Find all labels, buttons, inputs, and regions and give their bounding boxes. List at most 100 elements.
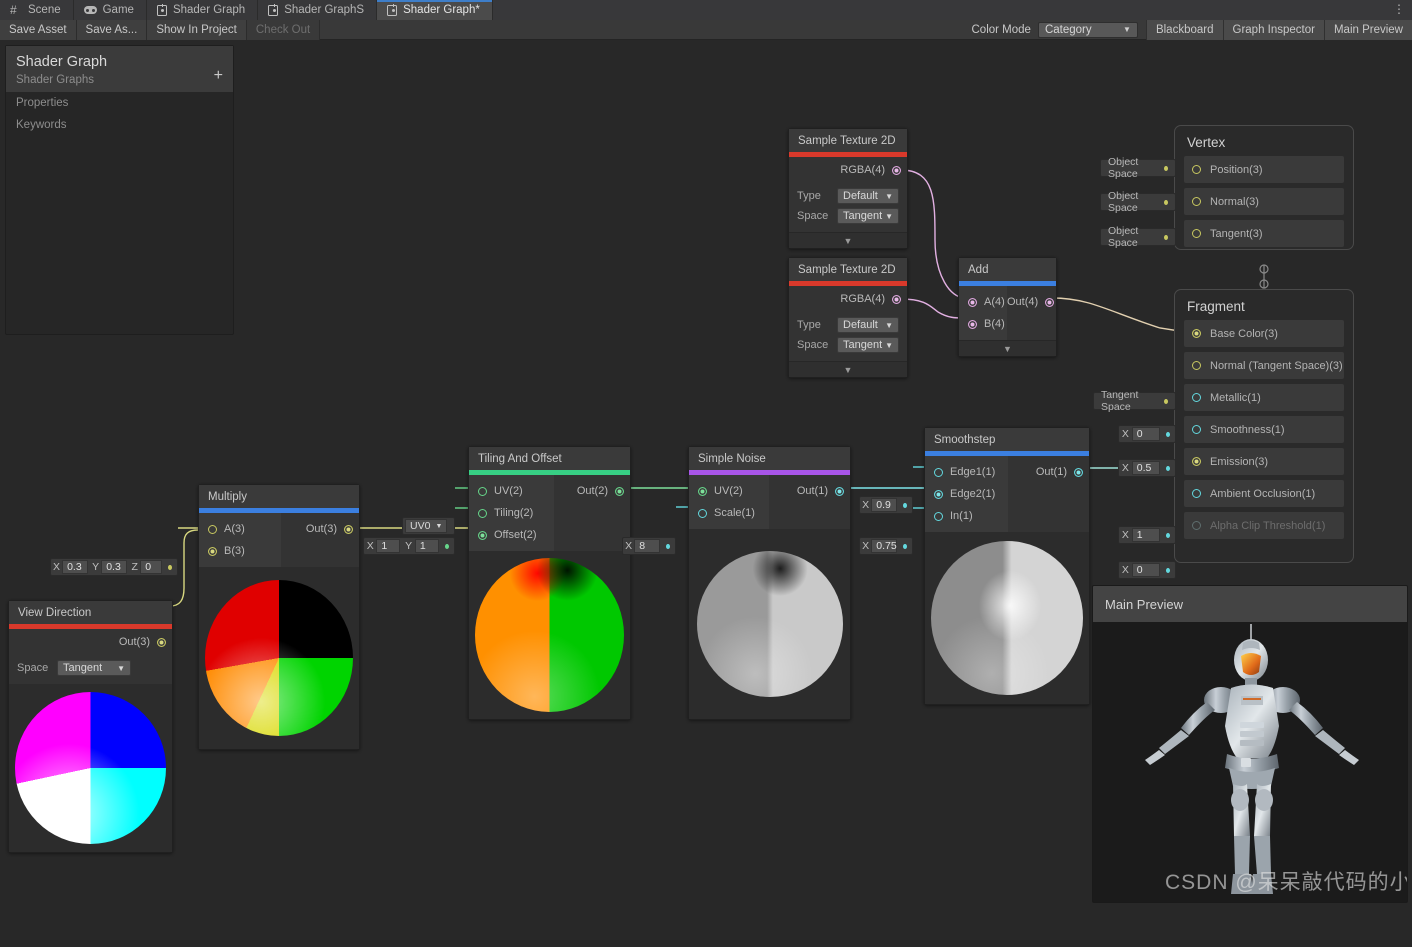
metallic-value-input[interactable]: 0 <box>1131 427 1160 441</box>
node-view-direction[interactable]: View Direction Out(3) Space Tangent ▼ <box>8 600 173 853</box>
color-mode-dropdown[interactable]: Category ▼ <box>1037 21 1138 38</box>
block-input-slot[interactable] <box>1192 489 1201 498</box>
chip-ambient-occlusion-value[interactable]: X 1 <box>1118 526 1176 544</box>
node-multiply[interactable]: Multiply A(3) B(3) Out(3) <box>198 484 360 750</box>
node-sample-texture-2d-2[interactable]: Sample Texture 2D RGBA(4) Type Default ▼ <box>788 257 908 378</box>
output-slot-rgba[interactable] <box>892 294 901 304</box>
property-type[interactable]: Type Default ▼ <box>797 186 899 206</box>
port-row-tiling[interactable]: Tiling(2) <box>469 502 554 524</box>
node-collapse-toggle[interactable]: ▼ <box>959 340 1056 356</box>
port-row-in[interactable]: In(1) <box>925 505 1008 527</box>
port-row-out[interactable]: Out(3) <box>9 629 172 655</box>
chip-metallic-value[interactable]: X 0 <box>1118 425 1176 443</box>
node-sample-texture-2d-1[interactable]: Sample Texture 2D RGBA(4) Type Default ▼ <box>788 128 908 249</box>
block-input-slot[interactable] <box>1192 329 1201 338</box>
chip-uv-channel-dropdown[interactable]: UV0 ▼ <box>402 517 455 535</box>
blackboard-toggle-button[interactable]: Blackboard <box>1145 19 1223 40</box>
tab-game[interactable]: Game <box>73 0 147 20</box>
type-dropdown[interactable]: Default ▼ <box>837 317 899 333</box>
port-row-offset[interactable]: Offset(2) <box>469 524 554 546</box>
port-row-edge2[interactable]: Edge2(1) <box>925 483 1008 505</box>
input-slot-edge2[interactable] <box>934 489 943 499</box>
show-in-project-button[interactable]: Show In Project <box>147 19 247 40</box>
chip-smoothness-value[interactable]: X 0.5 <box>1118 459 1176 477</box>
block-emission[interactable]: Emission(3) <box>1184 448 1344 475</box>
block-normal[interactable]: Normal(3) <box>1184 188 1344 215</box>
save-asset-button[interactable]: Save Asset <box>0 19 77 40</box>
block-ambient-occlusion[interactable]: Ambient Occlusion(1) <box>1184 480 1344 507</box>
chip-tangent-space-normal[interactable]: Tangent Space <box>1093 389 1176 413</box>
uv-channel-select[interactable]: UV0 ▼ <box>405 519 448 533</box>
block-input-slot[interactable] <box>1192 425 1201 434</box>
tab-shader-graph-1[interactable]: Shader Graph <box>146 0 259 20</box>
output-slot-out[interactable] <box>1045 297 1055 307</box>
port-row-a[interactable]: A(3) <box>199 518 281 540</box>
property-space[interactable]: Space Tangent ▼ <box>797 206 899 226</box>
output-slot-out[interactable] <box>344 524 353 534</box>
port-row-b[interactable]: B(3) <box>199 540 281 562</box>
block-position[interactable]: Position(3) <box>1184 156 1344 183</box>
chip-object-space-position[interactable]: Object Space <box>1100 156 1176 180</box>
chip-object-space-tangent[interactable]: Object Space <box>1100 225 1176 249</box>
node-add[interactable]: Add A(4) B(4) Out(4) ▼ <box>958 257 1057 357</box>
main-preview-toggle-button[interactable]: Main Preview <box>1323 19 1412 40</box>
input-slot-uv[interactable] <box>698 486 707 496</box>
input-slot-b[interactable] <box>968 319 977 329</box>
port-row-out[interactable]: RGBA(4) <box>789 157 907 183</box>
node-tiling-and-offset[interactable]: Tiling And Offset UV(2) Tiling(2) Offset… <box>468 446 631 720</box>
fragment-master-stack[interactable]: Fragment Base Color(3) Normal (Tangent S… <box>1174 289 1354 563</box>
vertex-master-stack[interactable]: Vertex Position(3) Normal(3) Tangent(3) <box>1174 125 1354 250</box>
space-dropdown[interactable]: Tangent ▼ <box>837 208 899 224</box>
smoothstep-in-input[interactable]: 0.75 <box>871 539 898 553</box>
input-slot-scale[interactable] <box>698 508 707 518</box>
chip-smoothstep-in[interactable]: X 0.75 <box>859 537 913 555</box>
output-slot-out[interactable] <box>157 637 166 647</box>
port-row-out[interactable]: RGBA(4) <box>789 286 907 312</box>
node-simple-noise[interactable]: Simple Noise UV(2) Scale(1) Out(1) <box>688 446 851 720</box>
port-row-out[interactable]: Out(3) <box>281 518 359 540</box>
block-alpha-clip-threshold[interactable]: Alpha Clip Threshold(1) <box>1184 512 1344 539</box>
block-input-slot[interactable] <box>1192 521 1201 530</box>
port-row-out[interactable]: Out(1) <box>1008 461 1089 483</box>
block-input-slot[interactable] <box>1192 197 1201 206</box>
tab-scene[interactable]: Scene <box>0 0 74 20</box>
tab-shader-graph-active[interactable]: Shader Graph* <box>377 0 493 20</box>
input-slot-in[interactable] <box>934 511 943 521</box>
blackboard-section-keywords[interactable]: Keywords <box>6 114 233 136</box>
noise-scale-input[interactable]: 8 <box>634 539 661 553</box>
multiply-a-y-input[interactable]: 0.3 <box>101 560 128 574</box>
blackboard-panel[interactable]: Shader Graph Shader Graphs + Properties … <box>5 45 234 335</box>
block-metallic[interactable]: Metallic(1) <box>1184 384 1344 411</box>
chip-tiling-vector[interactable]: X 1 Y 1 <box>363 537 455 555</box>
output-slot-out[interactable] <box>615 486 624 496</box>
tab-shader-graph-s[interactable]: Shader GraphS <box>258 0 378 20</box>
kebab-menu-icon[interactable]: ⋮ <box>1392 2 1406 18</box>
block-input-slot[interactable] <box>1192 361 1201 370</box>
block-input-slot[interactable] <box>1192 229 1201 238</box>
multiply-a-z-input[interactable]: 0 <box>140 560 163 574</box>
block-smoothness[interactable]: Smoothness(1) <box>1184 416 1344 443</box>
blackboard-section-properties[interactable]: Properties <box>6 92 233 114</box>
property-space[interactable]: Space Tangent ▼ <box>797 335 899 355</box>
input-slot-tiling[interactable] <box>478 508 487 518</box>
block-base-color[interactable]: Base Color(3) <box>1184 320 1344 347</box>
input-slot-a[interactable] <box>208 524 217 534</box>
tiling-y-input[interactable]: 1 <box>414 539 439 553</box>
chip-alpha-clip-value[interactable]: X 0 <box>1118 561 1176 579</box>
input-slot-offset[interactable] <box>478 530 487 540</box>
space-dropdown[interactable]: Tangent ▼ <box>57 660 131 676</box>
alpha-clip-value-input[interactable]: 0 <box>1131 563 1160 577</box>
chip-noise-scale[interactable]: X 8 <box>622 537 676 555</box>
output-slot-out[interactable] <box>835 486 844 496</box>
multiply-a-x-input[interactable]: 0.3 <box>62 560 89 574</box>
chip-smoothstep-edge1[interactable]: X 0.9 <box>859 496 913 514</box>
space-dropdown[interactable]: Tangent ▼ <box>837 337 899 353</box>
smoothstep-edge1-input[interactable]: 0.9 <box>871 498 898 512</box>
block-input-slot[interactable] <box>1192 393 1201 402</box>
smoothness-value-input[interactable]: 0.5 <box>1131 461 1160 475</box>
port-row-b[interactable]: B(4) <box>959 313 1007 335</box>
block-normal-tangent-space[interactable]: Normal (Tangent Space)(3) <box>1184 352 1344 379</box>
node-collapse-toggle[interactable]: ▼ <box>789 361 907 377</box>
port-row-edge1[interactable]: Edge1(1) <box>925 461 1008 483</box>
block-input-slot[interactable] <box>1192 457 1201 466</box>
